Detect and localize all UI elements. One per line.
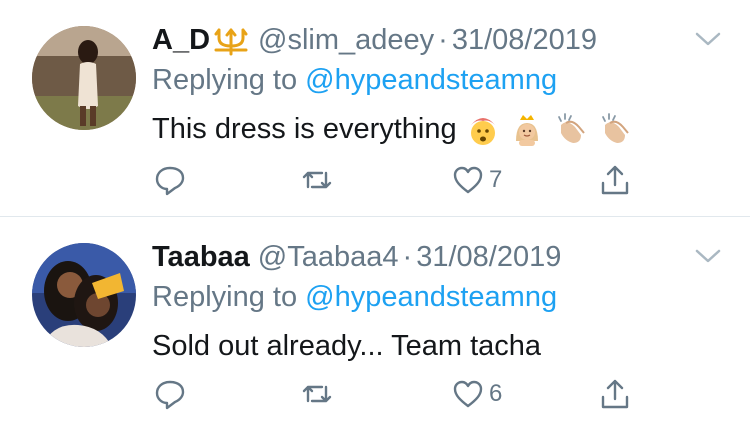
reply-button[interactable] <box>153 160 191 200</box>
like-icon <box>451 163 485 197</box>
tweet-header: A_D @slim_adeey · 31/08/2019 <box>152 22 597 58</box>
tweet-text: This dress is everything <box>152 110 633 148</box>
tweet-header: Taabaa @Taabaa4 · 31/08/2019 <box>152 239 561 275</box>
handle[interactable]: @slim_adeey <box>258 22 434 58</box>
separator: · <box>402 241 413 273</box>
tweet-body: This dress is everything <box>152 113 457 145</box>
retweet-button[interactable] <box>300 374 338 414</box>
share-icon <box>598 377 632 411</box>
trident-icon <box>212 24 250 56</box>
handle[interactable]: @Taabaa4 <box>258 239 399 275</box>
replying-label: Replying to <box>152 281 298 313</box>
like-count: 7 <box>489 166 503 193</box>
clapping-hands-emoji <box>553 111 589 147</box>
separator: · <box>438 24 448 56</box>
retweet-button[interactable] <box>300 160 338 200</box>
display-name[interactable]: A_D <box>152 22 210 58</box>
like-button[interactable]: 6 <box>451 374 502 414</box>
like-count: 6 <box>489 380 503 407</box>
tweet-body: Sold out already... Team tacha <box>152 330 542 362</box>
tweet[interactable]: A_D @slim_adeey · 31/08/2019 Replying to… <box>0 0 750 216</box>
reply-icon <box>153 163 187 197</box>
replying-to: Replying to @hypeandsteamng <box>152 62 557 98</box>
tweet-text: Sold out already... Team tacha <box>152 327 541 365</box>
share-icon <box>598 163 632 197</box>
exploding-head-emoji <box>465 111 501 147</box>
clapping-hands-emoji <box>597 111 633 147</box>
tweet-feed: A_D @slim_adeey · 31/08/2019 Replying to… <box>0 0 750 430</box>
avatar[interactable] <box>32 243 136 347</box>
share-button[interactable] <box>598 160 632 200</box>
tweet[interactable]: Taabaa @Taabaa4 · 31/08/2019 Replying to… <box>0 217 750 430</box>
display-name[interactable]: Taabaa <box>152 239 250 275</box>
chevron-down-icon[interactable] <box>694 245 722 267</box>
avatar[interactable] <box>32 26 136 130</box>
retweet-icon <box>300 377 334 411</box>
mention-link[interactable]: @hypeandsteamng <box>305 281 557 313</box>
mention-link[interactable]: @hypeandsteamng <box>305 64 557 96</box>
princess-emoji <box>509 111 545 147</box>
chevron-down-icon[interactable] <box>694 28 722 50</box>
share-button[interactable] <box>598 374 632 414</box>
like-icon <box>451 377 485 411</box>
reply-icon <box>153 377 187 411</box>
like-button[interactable]: 7 <box>451 160 502 200</box>
timestamp[interactable]: 31/08/2019 <box>416 239 561 275</box>
reply-button[interactable] <box>153 374 191 414</box>
timestamp[interactable]: 31/08/2019 <box>452 22 597 58</box>
replying-label: Replying to <box>152 64 298 96</box>
tweet-actions: 6 <box>0 374 750 414</box>
tweet-actions: 7 <box>0 160 750 200</box>
replying-to: Replying to @hypeandsteamng <box>152 279 557 315</box>
retweet-icon <box>300 163 334 197</box>
